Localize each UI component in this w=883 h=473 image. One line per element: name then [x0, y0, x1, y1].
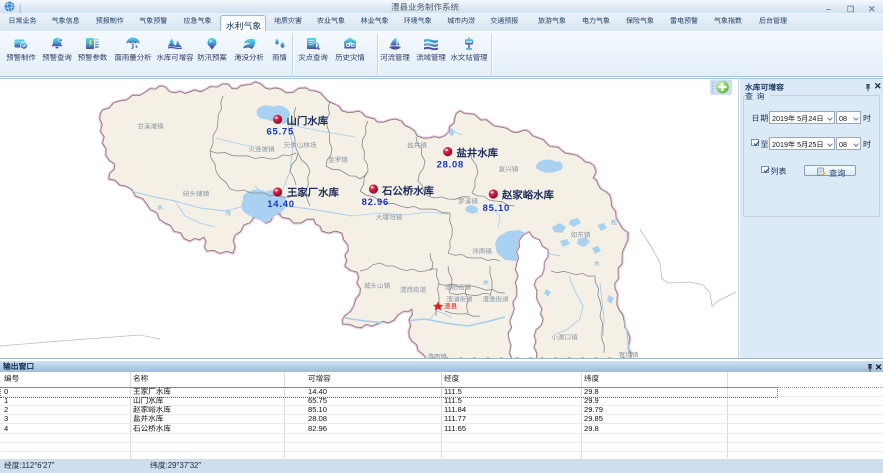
- svg-text:14.40: 14.40: [267, 198, 294, 209]
- svg-text:码头铺镇: 码头铺镇: [183, 188, 210, 198]
- svg-text:澧县: 澧县: [444, 301, 458, 311]
- svg-text:涔南镇: 涔南镇: [472, 245, 492, 255]
- svg-text:盐井水库: 盐井水库: [457, 144, 499, 159]
- svg-text:梦溪镇: 梦溪镇: [458, 195, 478, 205]
- svg-text:金罗镇: 金罗镇: [328, 154, 348, 164]
- svg-text:水: 水: [483, 277, 490, 286]
- svg-text:盐井镇: 盐井镇: [407, 139, 427, 149]
- svg-text:松: 松: [611, 217, 617, 226]
- svg-text:大堰垱镇: 大堰垱镇: [376, 211, 403, 221]
- svg-text:赵家峪水库: 赵家峪水库: [501, 186, 555, 201]
- svg-text:复兴镇: 复兴镇: [499, 163, 519, 173]
- svg-text:天供山林场: 天供山林场: [284, 139, 317, 149]
- svg-text:澧阳街道: 澧阳街道: [445, 281, 472, 291]
- svg-text:火连坡镇: 火连坡镇: [248, 143, 275, 153]
- svg-text:小渡口镇: 小渡口镇: [551, 331, 578, 341]
- svg-text:甘溪滩镇: 甘溪滩镇: [137, 120, 164, 130]
- svg-text:82.96: 82.96: [362, 196, 389, 207]
- svg-text:澧西街道: 澧西街道: [400, 284, 427, 294]
- svg-text:澧澹街道: 澧澹街道: [482, 293, 509, 303]
- svg-text:65.75: 65.75: [267, 126, 294, 137]
- svg-text:涔: 涔: [225, 208, 231, 217]
- svg-text:如东镇: 如东镇: [571, 229, 591, 239]
- svg-text:城头山镇: 城头山镇: [364, 280, 391, 290]
- svg-text:水: 水: [157, 202, 164, 211]
- svg-text:85.10: 85.10: [483, 202, 510, 213]
- svg-text:王家厂水库: 王家厂水库: [287, 184, 340, 199]
- svg-text:28.08: 28.08: [437, 158, 464, 169]
- svg-text:水: 水: [594, 258, 601, 267]
